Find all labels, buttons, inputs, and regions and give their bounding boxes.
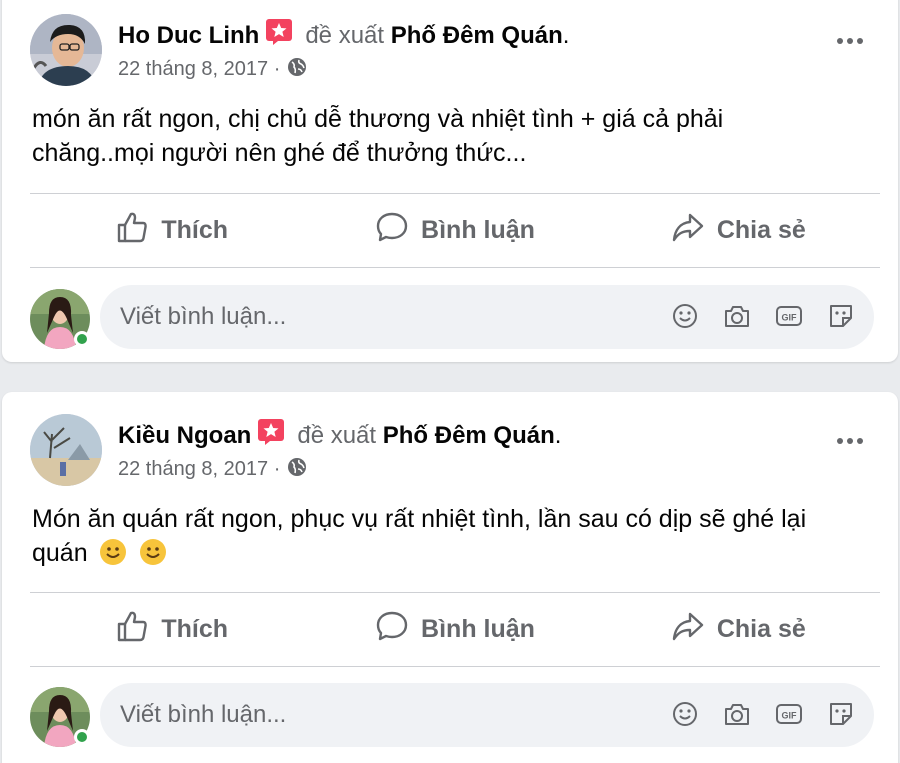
recommend-verb: đề xuất — [305, 22, 385, 49]
post-title-line: Ho Duc Linh đề xuất Phố Đêm Quán. — [118, 18, 569, 54]
share-button[interactable]: Chia sẻ — [597, 593, 880, 666]
like-label: Thích — [161, 615, 228, 643]
comment-input[interactable]: Viết bình luận... GIF — [100, 683, 874, 747]
post-date[interactable]: 22 tháng 8, 2017 · — [118, 58, 280, 80]
comment-icon — [375, 210, 421, 251]
smile-emoji-icon — [139, 538, 167, 575]
post-meta: 22 tháng 8, 2017 · — [118, 456, 308, 485]
gif-icon[interactable]: GIF — [774, 301, 804, 331]
author-avatar[interactable] — [30, 14, 102, 86]
post-actions: Thích Bình luận Chia sẻ — [30, 194, 880, 267]
post-card: Ho Duc Linh đề xuất Phố Đêm Quán. 22 thán… — [2, 0, 898, 362]
comment-tools: GIF — [670, 699, 856, 729]
comment-button[interactable]: Bình luận — [313, 593, 596, 666]
comment-composer: Viết bình luận... GIF — [30, 683, 880, 749]
more-options-icon[interactable] — [830, 26, 870, 56]
post-meta: 22 tháng 8, 2017 · — [118, 56, 308, 85]
post-card: Kiều Ngoan đề xuất Phố Đêm Quán. 22 tháng… — [2, 392, 898, 763]
svg-text:GIF: GIF — [782, 711, 798, 721]
globe-icon — [286, 56, 308, 85]
comment-icon — [375, 609, 421, 650]
divider — [30, 267, 880, 268]
post-text: món ăn rất ngon, chị chủ dễ thương và nh… — [32, 102, 832, 170]
page-name-link[interactable]: Phố Đêm Quán — [391, 22, 563, 49]
comment-placeholder: Viết bình luận... — [120, 701, 287, 728]
author-avatar[interactable] — [30, 414, 102, 486]
share-icon — [671, 609, 717, 650]
share-button[interactable]: Chia sẻ — [597, 194, 880, 267]
comment-label: Bình luận — [421, 216, 535, 244]
svg-text:GIF: GIF — [782, 313, 798, 323]
page-name-link[interactable]: Phố Đêm Quán — [383, 422, 555, 449]
gif-icon[interactable]: GIF — [774, 699, 804, 729]
share-label: Chia sẻ — [716, 615, 806, 643]
comment-button[interactable]: Bình luận — [313, 194, 596, 267]
camera-icon[interactable] — [722, 699, 752, 729]
share-label: Chia sẻ — [716, 216, 806, 244]
like-button[interactable]: Thích — [30, 194, 313, 267]
comment-placeholder: Viết bình luận... — [120, 303, 287, 330]
sticker-icon[interactable] — [826, 301, 856, 331]
post-title-line: Kiều Ngoan đề xuất Phố Đêm Quán. — [118, 418, 561, 454]
more-options-icon[interactable] — [830, 426, 870, 456]
recommend-verb: đề xuất — [297, 422, 377, 449]
comment-label: Bình luận — [421, 615, 535, 643]
comment-tools: GIF — [670, 301, 856, 331]
post-header: Kiều Ngoan đề xuất Phố Đêm Quán. 22 tháng… — [30, 414, 870, 486]
emoji-icon[interactable] — [670, 699, 700, 729]
like-icon — [115, 609, 161, 650]
post-body: món ăn rất ngon, chị chủ dễ thương và nh… — [32, 105, 724, 167]
post-header: Ho Duc Linh đề xuất Phố Đêm Quán. 22 thán… — [30, 14, 870, 86]
emoji-icon[interactable] — [670, 301, 700, 331]
recommend-badge-icon — [265, 18, 293, 54]
post-actions: Thích Bình luận Chia sẻ — [30, 593, 880, 666]
title-period: . — [554, 422, 562, 449]
comment-composer: Viết bình luận... GIF — [30, 285, 880, 351]
smile-emoji-icon — [99, 538, 127, 575]
author-name[interactable]: Ho Duc Linh — [118, 22, 259, 49]
recommend-badge-icon — [257, 418, 285, 454]
sticker-icon[interactable] — [826, 699, 856, 729]
title-period: . — [562, 22, 570, 49]
like-icon — [115, 210, 161, 251]
post-date[interactable]: 22 tháng 8, 2017 · — [118, 458, 280, 480]
share-icon — [671, 210, 717, 251]
online-status-indicator — [74, 331, 90, 347]
divider — [30, 666, 880, 667]
post-text: Món ăn quán rất ngon, phục vụ rất nhiệt … — [32, 502, 832, 575]
like-button[interactable]: Thích — [30, 593, 313, 666]
online-status-indicator — [74, 729, 90, 745]
globe-icon — [286, 456, 308, 485]
author-name[interactable]: Kiều Ngoan — [118, 422, 251, 449]
like-label: Thích — [161, 216, 228, 244]
comment-input[interactable]: Viết bình luận... GIF — [100, 285, 874, 349]
camera-icon[interactable] — [722, 301, 752, 331]
